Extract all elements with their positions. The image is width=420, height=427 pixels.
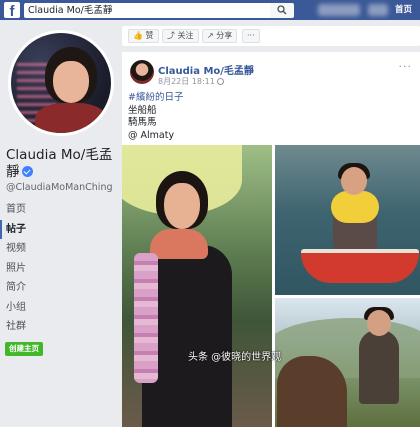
- top-navigation-bar: f Claudia Mo/毛孟靜 首页: [0, 0, 420, 20]
- like-button-label: 赞: [145, 31, 154, 40]
- sidebar-item-photos[interactable]: 照片: [0, 259, 116, 279]
- post-author-avatar[interactable]: [130, 60, 154, 84]
- like-button[interactable]: 👍 赞: [128, 29, 159, 43]
- post-options-button[interactable]: ···: [399, 60, 413, 73]
- post-timestamp[interactable]: 8月22日 18:11: [158, 76, 224, 87]
- search-button[interactable]: [270, 3, 294, 18]
- share-button[interactable]: ↗ 分享: [202, 29, 238, 43]
- post-card: Claudia Mo/毛孟靜 8月22日 18:11 ··· #繽紛的日子 坐船…: [122, 52, 420, 427]
- search-icon: [277, 5, 287, 15]
- profile-picture[interactable]: [8, 30, 114, 136]
- sidebar-item-community[interactable]: 社群: [0, 317, 116, 337]
- post-photo-boat[interactable]: [275, 145, 420, 295]
- home-link[interactable]: 首页: [395, 0, 412, 20]
- post-line: 騎馬馬: [128, 117, 157, 128]
- page-handle[interactable]: @ClaudiaMoManChing: [6, 182, 113, 193]
- post-photo-horse[interactable]: [275, 298, 420, 427]
- post-location: @ Almaty: [128, 129, 175, 141]
- watermark-text: 头条 @彼晓的世界观: [188, 352, 282, 363]
- share-icon: ↗: [207, 31, 214, 40]
- sidebar-item-groups[interactable]: 小组: [0, 298, 116, 318]
- search-input-value: Claudia Mo/毛孟靜: [28, 5, 113, 16]
- sidebar-item-posts[interactable]: 帖子: [0, 219, 116, 239]
- sidebar-item-home[interactable]: 首页: [0, 200, 116, 220]
- post-author-name[interactable]: Claudia Mo/毛孟靜: [158, 62, 254, 77]
- sidebar-item-about[interactable]: 简介: [0, 278, 116, 298]
- more-options-button[interactable]: ···: [242, 29, 260, 43]
- post-body: #繽紛的日子 坐船船 騎馬馬 @ Almaty: [128, 92, 183, 142]
- facebook-logo[interactable]: f: [4, 2, 20, 18]
- follow-icon: ⤴: [167, 31, 175, 40]
- post-hashtag[interactable]: #繽紛的日子: [128, 92, 183, 105]
- blurred-profile-link[interactable]: [318, 4, 360, 16]
- share-button-label: 分享: [216, 31, 233, 40]
- page-action-bar: 👍 赞 ⤴ 关注 ↗ 分享 ···: [122, 26, 420, 46]
- post-line: 坐船船: [128, 104, 157, 116]
- blurred-nav-link[interactable]: [368, 4, 388, 16]
- follow-button-label: 关注: [177, 31, 194, 40]
- post-photo-umbrella[interactable]: [122, 145, 272, 427]
- globe-icon: [216, 78, 224, 85]
- verified-badge-icon: [21, 166, 33, 177]
- page-name-text: Claudia Mo/毛孟靜: [6, 147, 113, 180]
- follow-button[interactable]: ⤴ 关注: [162, 29, 199, 43]
- post-timestamp-text: 8月22日 18:11: [158, 77, 215, 86]
- sidebar-item-videos[interactable]: 视频: [0, 239, 116, 259]
- page-sidebar-nav: 首页 帖子 视频 照片 简介 小组 社群: [0, 200, 116, 337]
- page-name[interactable]: Claudia Mo/毛孟靜: [6, 147, 116, 181]
- like-icon: 👍: [133, 31, 143, 40]
- search-input[interactable]: Claudia Mo/毛孟靜: [24, 3, 272, 18]
- create-page-button[interactable]: 创建主页: [5, 342, 43, 356]
